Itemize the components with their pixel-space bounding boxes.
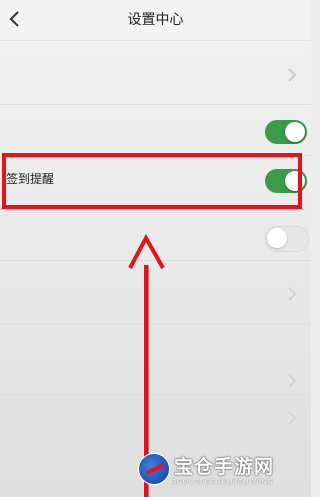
watermark-subtitle: BAOCANGSHOUYOUWANG	[172, 478, 274, 486]
watermark-title: 宝仓手游网	[174, 456, 275, 478]
watermark: 宝仓手游网 BAOCANGSHOUYOUWANG	[128, 450, 308, 495]
annotation-arrow	[128, 233, 165, 497]
watermark-logo-icon	[138, 453, 170, 485]
settings-screen: 设置中心 签到提醒 宝仓手游网 BAOCANGSHOUYOUWANG	[0, 0, 311, 497]
